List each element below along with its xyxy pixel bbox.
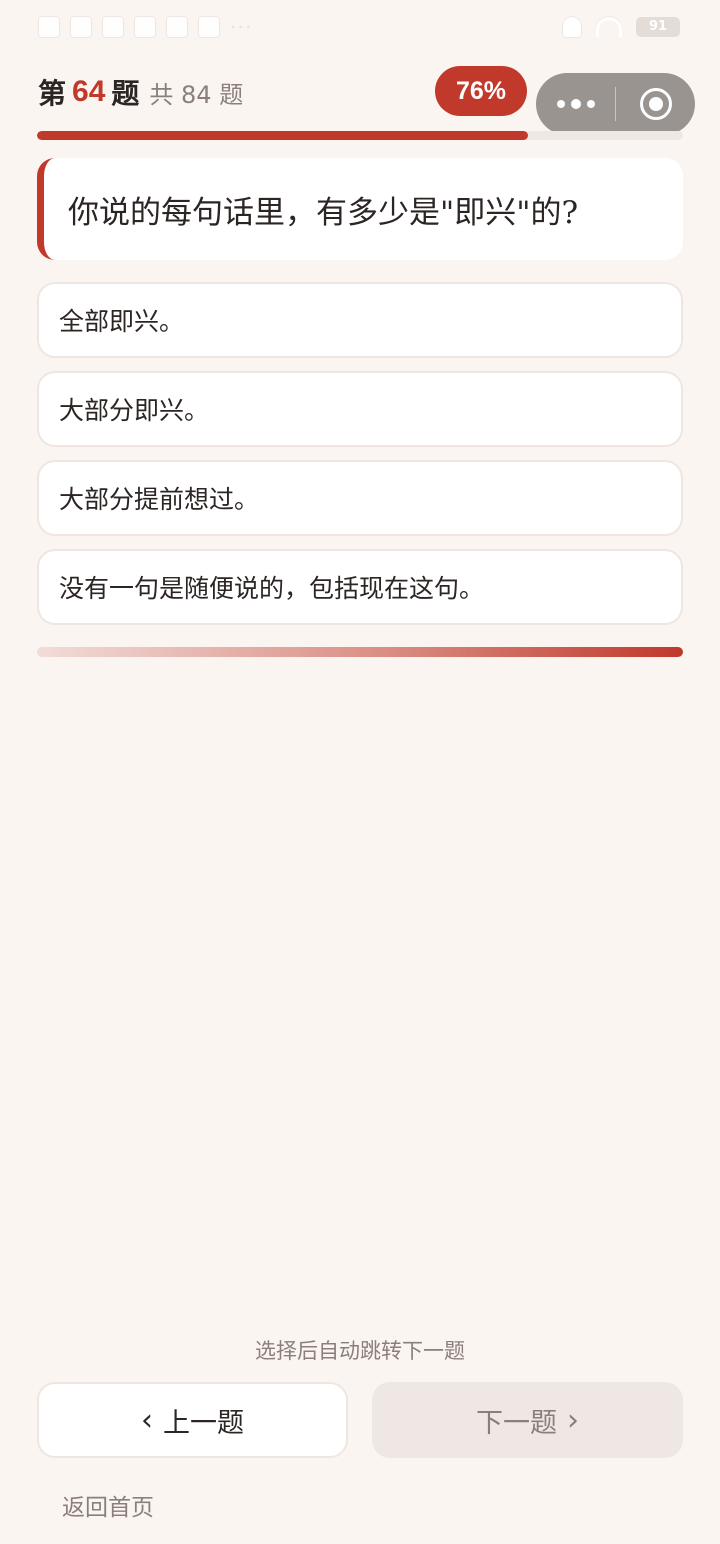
- notification-icon: [38, 16, 60, 38]
- back-to-home-link[interactable]: 返回首页: [62, 1488, 154, 1522]
- more-dots-icon: [556, 100, 565, 108]
- divider-gradient: [37, 647, 683, 657]
- progress-bar-fill: [37, 131, 528, 140]
- status-bar-right-icons: 91: [562, 16, 680, 38]
- message-icon: [134, 16, 156, 38]
- mute-icon: [562, 16, 582, 38]
- progress-percent-badge: 76%: [435, 66, 527, 116]
- previous-button-label: 上一题: [163, 1407, 244, 1439]
- app-icon: [70, 16, 92, 38]
- total-questions: 共 84 题: [149, 80, 244, 109]
- auto-advance-hint: 选择后自动跳转下一题: [255, 1339, 465, 1363]
- progress-bar: [37, 131, 683, 140]
- chevron-right-icon: ›: [567, 1402, 579, 1438]
- option-label: 大部分即兴。: [59, 396, 210, 425]
- question-counter: 第 64 题 共 84 题: [38, 68, 243, 116]
- option-d[interactable]: 没有一句是随便说的，包括现在这句。: [37, 549, 683, 625]
- next-button-label: 下一题: [476, 1407, 557, 1439]
- status-bar: ··· 91: [0, 0, 720, 56]
- option-label: 全部即兴。: [59, 307, 185, 336]
- option-a[interactable]: 全部即兴。: [37, 282, 683, 358]
- more-dots-icon-right: [586, 100, 595, 108]
- option-c[interactable]: 大部分提前想过。: [37, 460, 683, 536]
- cloud-icon: [102, 16, 124, 38]
- option-b[interactable]: 大部分即兴。: [37, 371, 683, 447]
- question-text: 你说的每句话里，有多少是"即兴"的?: [68, 194, 579, 231]
- counter-suffix: 题: [111, 77, 140, 110]
- mail-icon: [166, 16, 188, 38]
- question-card: 你说的每句话里，有多少是"即兴"的?: [37, 158, 683, 260]
- battery-icon: 91: [636, 17, 680, 37]
- counter-prefix: 第: [38, 77, 67, 110]
- chevron-left-icon: ‹: [141, 1402, 153, 1438]
- more-notifications-icon: ···: [230, 16, 254, 38]
- crown-icon: [198, 16, 220, 38]
- option-label: 没有一句是随便说的，包括现在这句。: [59, 574, 485, 603]
- more-menu-button[interactable]: [536, 73, 615, 135]
- status-bar-left-icons: ···: [38, 16, 253, 38]
- target-icon: [639, 88, 672, 120]
- wifi-icon: [596, 17, 622, 37]
- previous-question-button[interactable]: ‹ 上一题: [37, 1382, 348, 1458]
- current-question-number: 64: [72, 75, 106, 108]
- target-icon-center: [648, 97, 663, 111]
- close-mini-program-button[interactable]: [616, 73, 695, 135]
- mini-program-capsule: [536, 73, 695, 135]
- option-label: 大部分提前想过。: [59, 485, 260, 514]
- next-question-button[interactable]: 下一题 ›: [372, 1382, 683, 1458]
- quiz-page: ··· 91 第 64 题 共 84 题 76% 你说的每句话里，有多少是"即兴…: [0, 0, 720, 1544]
- more-dots-icon-center: [570, 99, 581, 109]
